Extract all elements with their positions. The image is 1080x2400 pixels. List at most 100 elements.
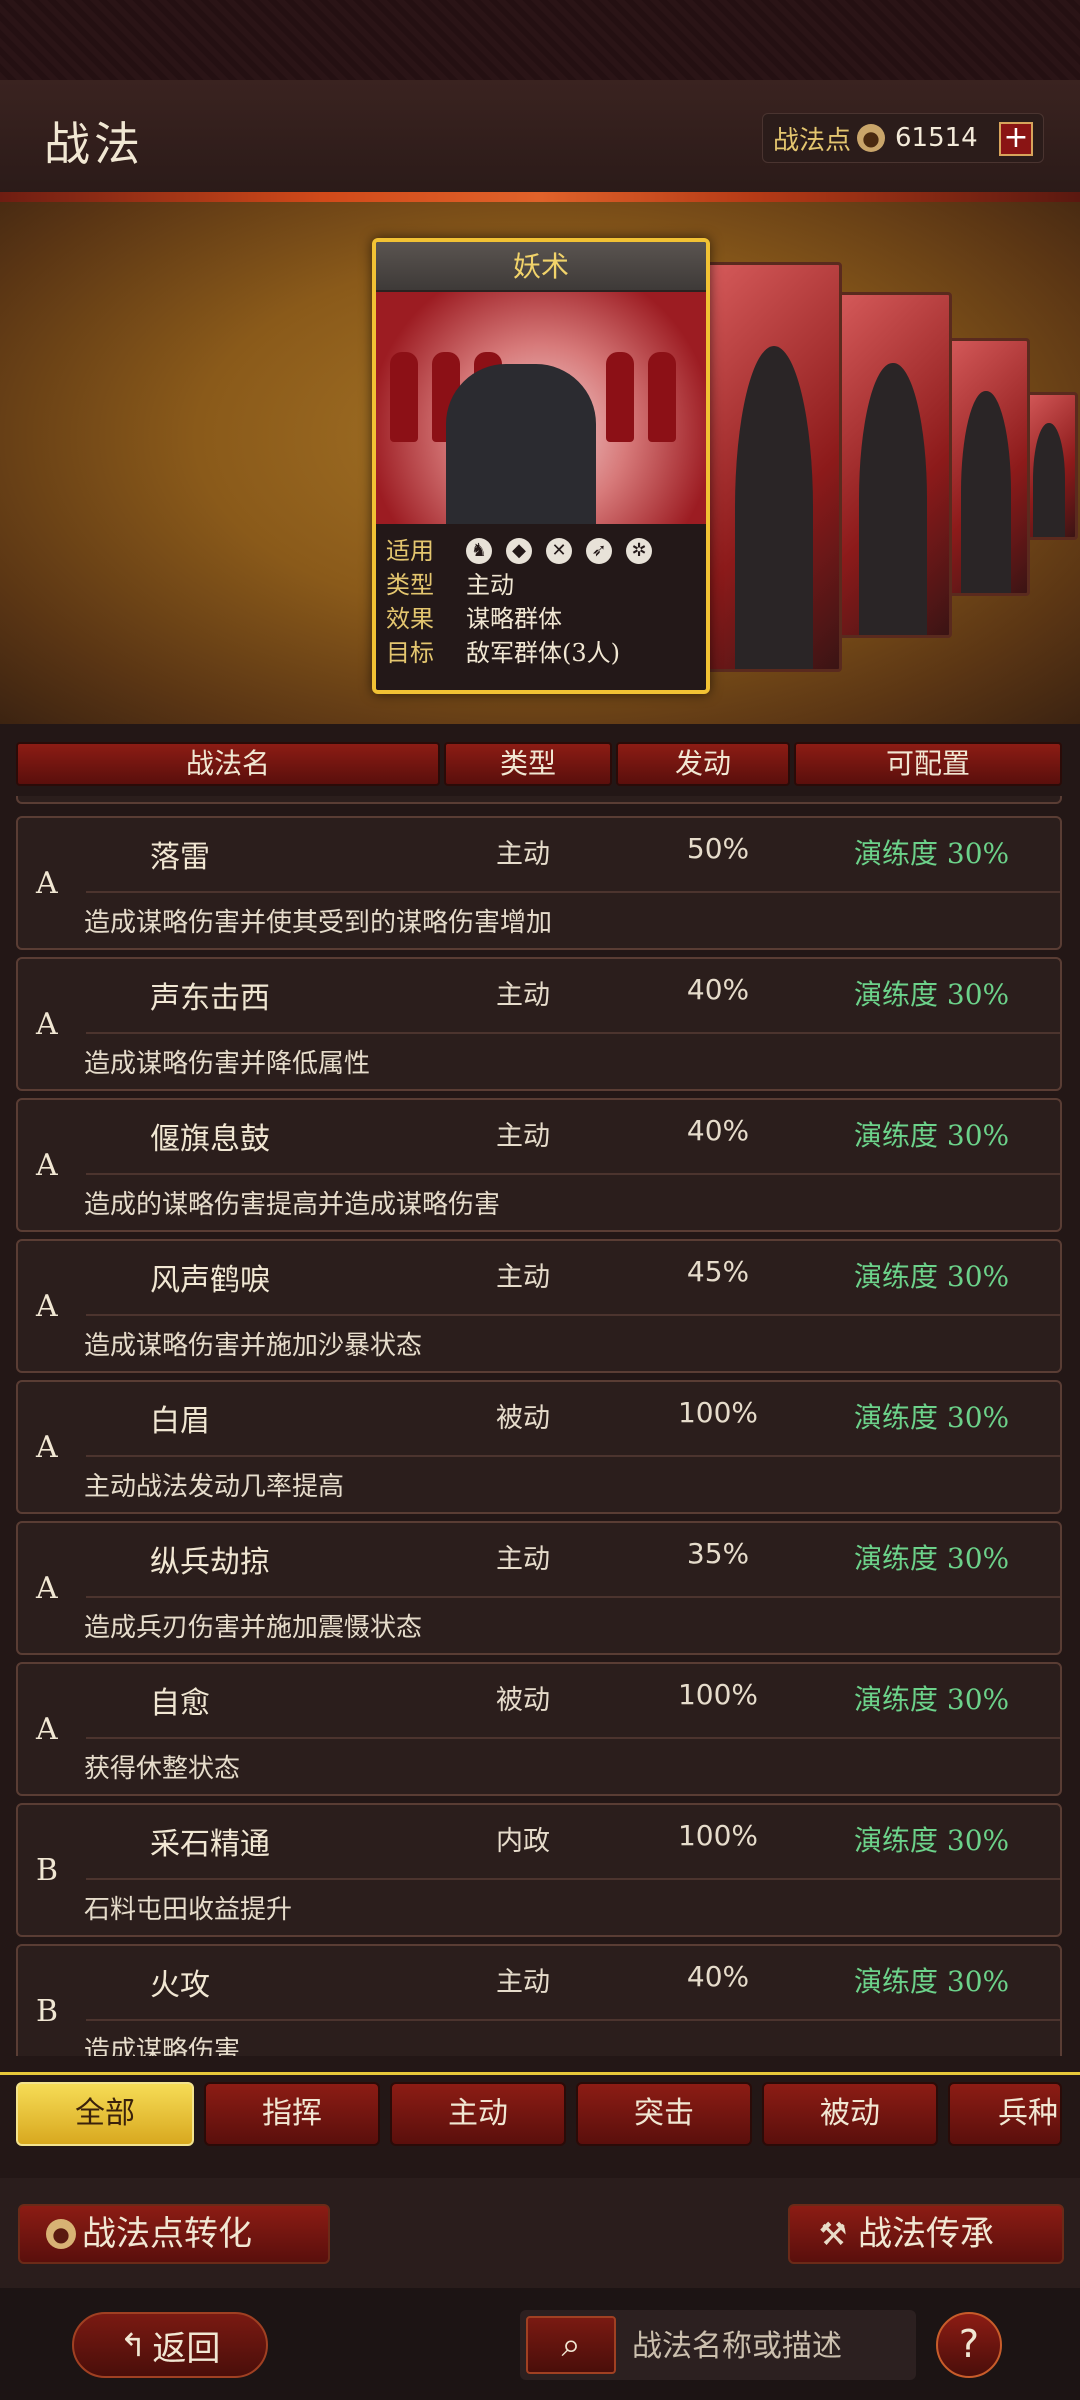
tactic-name: 偃旗息鼓 bbox=[150, 1122, 270, 1157]
tactic-proficiency: 演练度 30% bbox=[854, 1824, 1010, 1857]
tactic-type: 内政 bbox=[496, 1826, 550, 1857]
points-value: 61514 bbox=[895, 123, 978, 153]
tactic-row[interactable]: A 风声鹤唳 主动 45% 演练度 30% 造成谋略伤害并施加沙暴状态 bbox=[16, 1239, 1062, 1373]
tactic-grade: A bbox=[36, 1430, 58, 1465]
page-title: 战法 bbox=[44, 117, 144, 171]
effect-label: 效果 bbox=[386, 605, 434, 633]
type-value: 主动 bbox=[466, 571, 514, 599]
tactic-row[interactable] bbox=[16, 796, 1062, 804]
header-divider bbox=[0, 192, 1080, 202]
back-arrow-icon: ↰ bbox=[119, 2326, 147, 2364]
tactic-type: 主动 bbox=[496, 980, 550, 1011]
tactic-proficiency: 演练度 30% bbox=[854, 1260, 1010, 1293]
tactic-name: 采石精通 bbox=[150, 1827, 270, 1862]
column-header-type[interactable]: 类型 bbox=[444, 742, 612, 786]
tactic-name: 纵兵劫掠 bbox=[150, 1545, 270, 1580]
tab-command[interactable]: 指挥 bbox=[204, 2082, 380, 2146]
tactic-description: 主动战法发动几率提高 bbox=[84, 1472, 345, 1502]
tactic-proficiency: 演练度 30% bbox=[854, 978, 1010, 1011]
type-label: 类型 bbox=[386, 571, 434, 599]
tactic-rate: 35% bbox=[686, 1537, 750, 1570]
row-divider bbox=[86, 891, 1060, 893]
row-divider bbox=[86, 1455, 1060, 1457]
tactic-grade: A bbox=[36, 866, 58, 901]
tactic-row[interactable]: A 白眉 被动 100% 演练度 30% 主动战法发动几率提高 bbox=[16, 1380, 1062, 1514]
tactic-grade: B bbox=[36, 1853, 59, 1888]
tactic-rate: 40% bbox=[686, 1960, 750, 1993]
fire-icon: ● bbox=[46, 2219, 76, 2249]
tactic-type: 主动 bbox=[496, 1262, 550, 1293]
tactic-rate: 50% bbox=[686, 832, 750, 865]
cavalry-icon: ♞ bbox=[466, 538, 492, 564]
tab-passive[interactable]: 被动 bbox=[762, 2082, 938, 2146]
tactic-description: 造成谋略伤害 bbox=[84, 2036, 241, 2056]
row-divider bbox=[86, 2019, 1060, 2021]
search-button[interactable]: ⌕ bbox=[526, 2316, 616, 2374]
tactic-description: 造成兵刃伤害并施加震慑状态 bbox=[84, 1613, 423, 1643]
card-title: 妖术 bbox=[376, 242, 706, 292]
tactic-grade: B bbox=[36, 1994, 59, 2029]
top-decoration bbox=[0, 0, 1080, 80]
tactic-grade: A bbox=[36, 1148, 58, 1183]
tab-troop-type[interactable]: 兵种 bbox=[948, 2082, 1062, 2146]
tactic-card-preview[interactable] bbox=[706, 262, 842, 672]
column-header-rate[interactable]: 发动 bbox=[616, 742, 790, 786]
tab-active[interactable]: 主动 bbox=[390, 2082, 566, 2146]
tactic-description: 获得休整状态 bbox=[84, 1754, 241, 1784]
tactic-row[interactable]: A 纵兵劫掠 主动 35% 演练度 30% 造成兵刃伤害并施加震慑状态 bbox=[16, 1521, 1062, 1655]
effect-value: 谋略群体 bbox=[466, 605, 562, 633]
card-artwork bbox=[376, 292, 706, 524]
tactic-type: 被动 bbox=[496, 1685, 550, 1716]
row-divider bbox=[86, 1032, 1060, 1034]
tactic-proficiency: 演练度 30% bbox=[854, 1683, 1010, 1716]
column-header-configurable[interactable]: 可配置 bbox=[794, 742, 1062, 786]
tactic-row[interactable]: B 火攻 主动 40% 演练度 30% 造成谋略伤害 bbox=[16, 1944, 1062, 2056]
tactic-row[interactable]: A 声东击西 主动 40% 演练度 30% 造成谋略伤害并降低属性 bbox=[16, 957, 1062, 1091]
tactic-name: 风声鹤唳 bbox=[150, 1263, 270, 1298]
tactic-type: 主动 bbox=[496, 1544, 550, 1575]
tactic-description: 石料屯田收益提升 bbox=[84, 1895, 293, 1925]
inherit-tactic-label: 战法传承 bbox=[858, 2214, 994, 2254]
tactic-rate: 45% bbox=[686, 1255, 750, 1288]
tactic-proficiency: 演练度 30% bbox=[854, 1119, 1010, 1152]
target-value: 敌军群体(3人) bbox=[466, 639, 620, 667]
tactic-type: 主动 bbox=[496, 1121, 550, 1152]
tab-all[interactable]: 全部 bbox=[16, 2082, 194, 2146]
search-icon: ⌕ bbox=[561, 2325, 581, 2365]
tab-assault[interactable]: 突击 bbox=[576, 2082, 752, 2146]
tactic-rate: 40% bbox=[686, 973, 750, 1006]
tactic-row[interactable]: A 落雷 主动 50% 演练度 30% 造成谋略伤害并使其受到的谋略伤害增加 bbox=[16, 816, 1062, 950]
help-button[interactable]: ? bbox=[936, 2312, 1002, 2378]
tactic-name: 声东击西 bbox=[150, 981, 270, 1016]
tactic-row[interactable]: A 偃旗息鼓 主动 40% 演练度 30% 造成的谋略伤害提高并造成谋略伤害 bbox=[16, 1098, 1062, 1232]
bow-icon: ✕ bbox=[546, 538, 572, 564]
tactic-grade: A bbox=[36, 1712, 58, 1747]
column-header-name[interactable]: 战法名 bbox=[16, 742, 440, 786]
tactic-grade: A bbox=[36, 1289, 58, 1324]
back-button[interactable]: ↰ 返回 bbox=[72, 2312, 268, 2378]
tactic-grade: A bbox=[36, 1007, 58, 1042]
tactic-proficiency: 演练度 30% bbox=[854, 1401, 1010, 1434]
tactic-row[interactable]: A 自愈 被动 100% 演练度 30% 获得休整状态 bbox=[16, 1662, 1062, 1796]
tactic-name: 自愈 bbox=[150, 1686, 210, 1721]
tactic-name: 火攻 bbox=[150, 1968, 210, 2003]
shield-icon: ◆ bbox=[506, 538, 532, 564]
tactic-rate: 100% bbox=[677, 1819, 759, 1852]
inherit-tactic-button[interactable]: ⚒ 战法传承 bbox=[788, 2204, 1064, 2264]
add-points-button[interactable]: + bbox=[999, 122, 1033, 156]
tactic-points-display: 战法点 ● 61514 + bbox=[762, 113, 1044, 163]
search-input[interactable] bbox=[632, 2318, 902, 2374]
tactic-type: 被动 bbox=[496, 1403, 550, 1434]
tactic-card-preview[interactable] bbox=[834, 292, 952, 638]
tactic-row[interactable]: B 采石精通 内政 100% 演练度 30% 石料屯田收益提升 bbox=[16, 1803, 1062, 1937]
tactic-description: 造成谋略伤害并降低属性 bbox=[84, 1049, 371, 1079]
row-divider bbox=[86, 1173, 1060, 1175]
tactic-description: 造成谋略伤害并施加沙暴状态 bbox=[84, 1331, 423, 1361]
tactic-description: 造成的谋略伤害提高并造成谋略伤害 bbox=[84, 1190, 501, 1220]
selected-tactic-card[interactable]: 妖术 适用 ♞ ◆ ✕ ➶ ✲ 类型 主动 效果 谋略群体 目标 敌军群体(3人… bbox=[372, 238, 710, 694]
tactic-name: 落雷 bbox=[150, 840, 210, 875]
convert-points-button[interactable]: ● 战法点转化 bbox=[18, 2204, 330, 2264]
tactic-type: 主动 bbox=[496, 839, 550, 870]
tactic-list[interactable]: A 落雷 主动 50% 演练度 30% 造成谋略伤害并使其受到的谋略伤害增加 A… bbox=[0, 796, 1080, 2056]
tactic-card-preview[interactable] bbox=[942, 338, 1030, 596]
